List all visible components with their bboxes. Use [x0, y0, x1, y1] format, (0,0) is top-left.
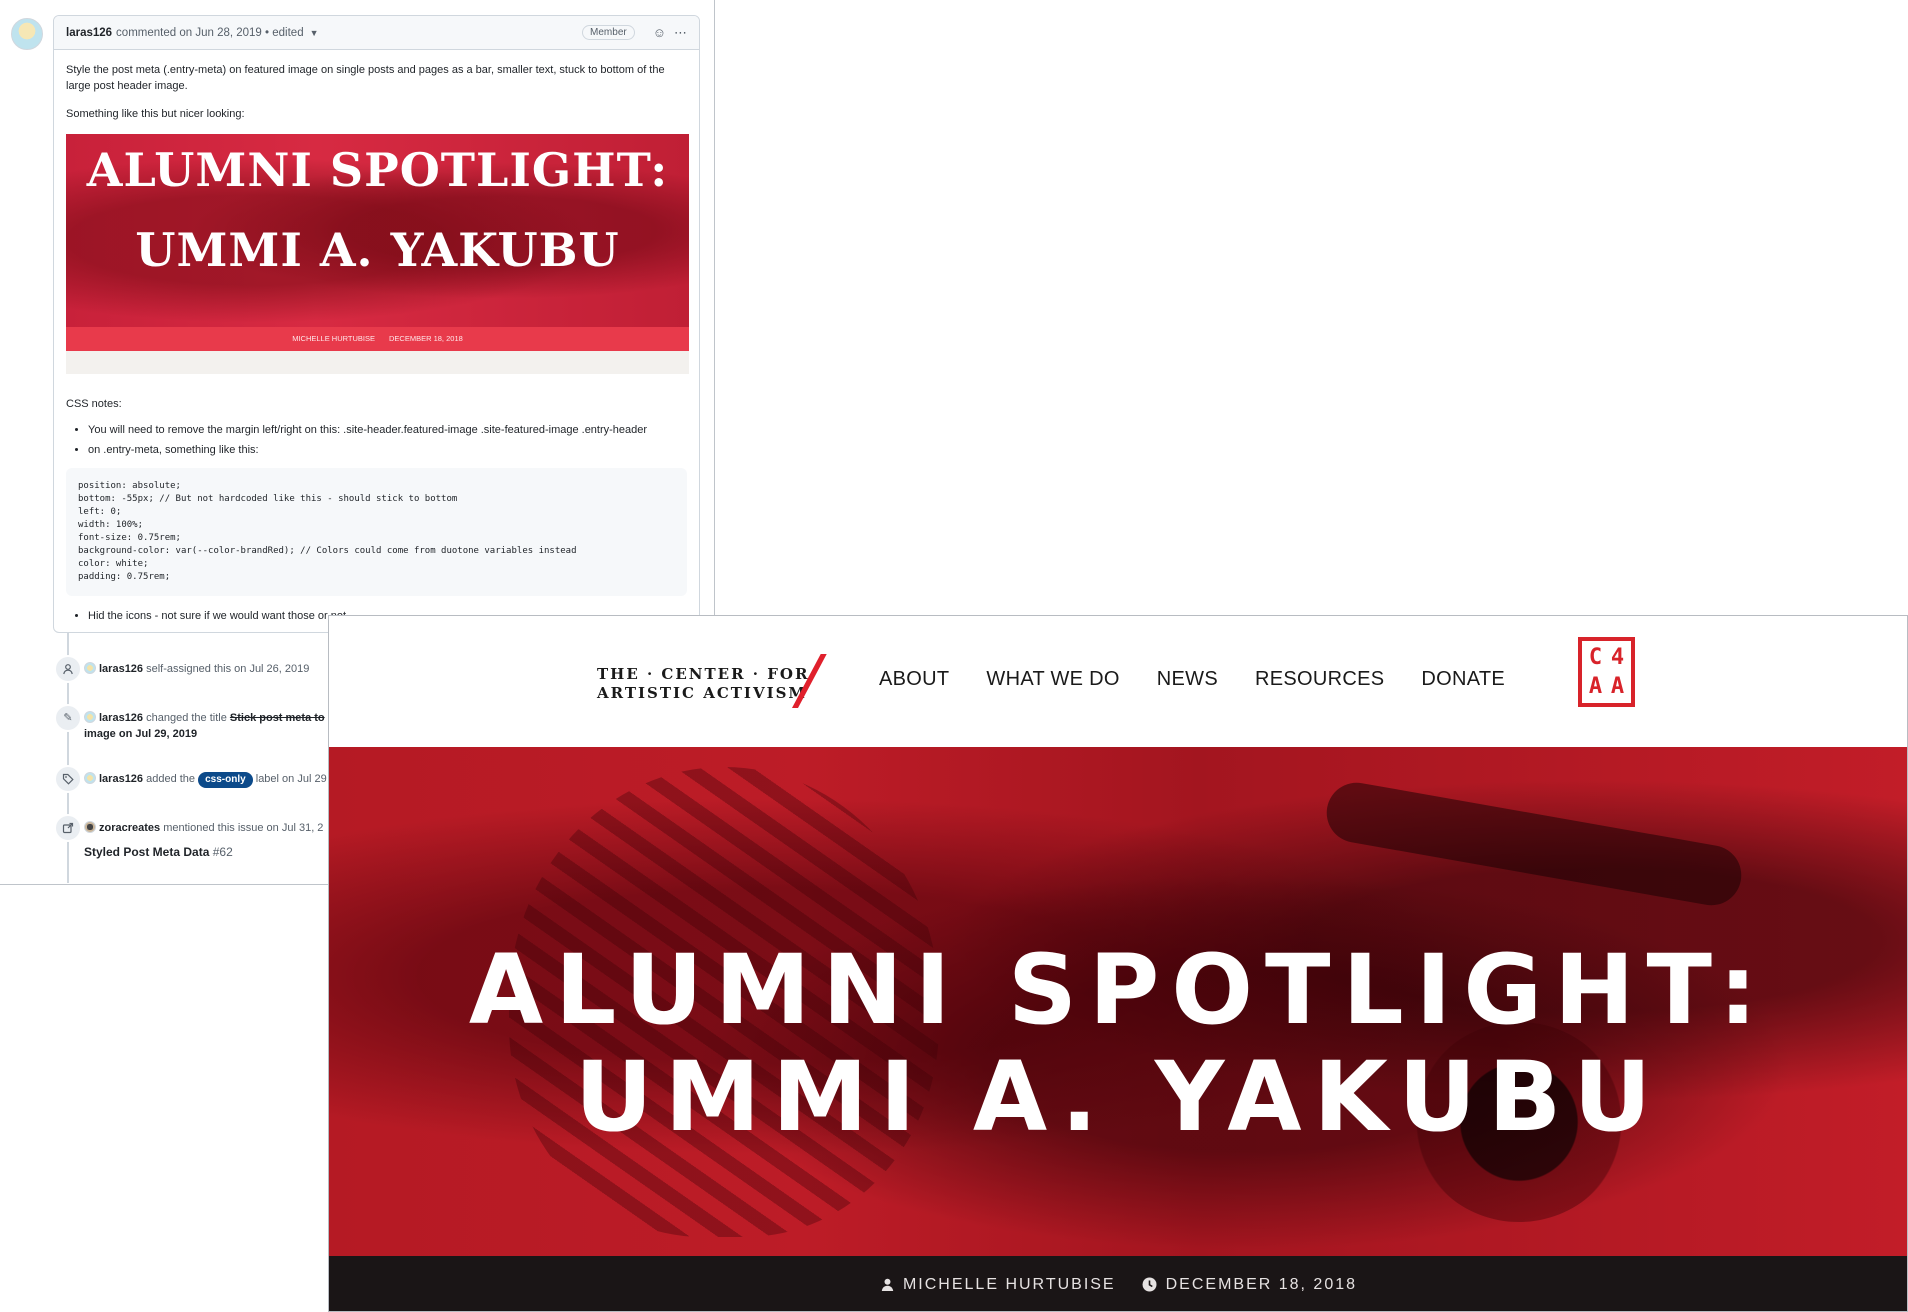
- website-panel: THE · CENTER · FOR ARTISTIC ACTIVISM ABO…: [328, 615, 1908, 1312]
- nav-news[interactable]: NEWS: [1157, 668, 1218, 691]
- comment-author-link[interactable]: laras126: [66, 27, 112, 39]
- meta-author-link[interactable]: MICHELLE HURTUBISE: [903, 1276, 1116, 1294]
- badge-letter: A: [1610, 674, 1625, 699]
- smiley-icon[interactable]: ☺: [653, 25, 666, 40]
- issue-comment: laras126 commented on Jun 28, 2019 • edi…: [53, 15, 700, 633]
- cross-reference-icon: [54, 814, 82, 842]
- event-text: label on Jul 29: [255, 773, 327, 785]
- avatar[interactable]: [84, 821, 96, 833]
- css-notes: CSS notes: You will need to remove the m…: [54, 396, 699, 624]
- nav-what-we-do[interactable]: WHAT WE DO: [986, 668, 1119, 691]
- mockup-meta-date: DECEMBER 18, 2018: [389, 334, 463, 343]
- event-text: mentioned this issue on Jul 31, 2: [163, 822, 324, 834]
- user-icon: [881, 1278, 894, 1291]
- avatar[interactable]: [84, 662, 96, 674]
- logo-line: ARTISTIC ACTIVISM: [597, 684, 808, 702]
- person-icon: [54, 655, 82, 683]
- clock-icon: [1142, 1277, 1157, 1292]
- site-header: THE · CENTER · FOR ARTISTIC ACTIVISM ABO…: [329, 616, 1907, 747]
- badge-letter: A: [1588, 674, 1603, 699]
- new-title-fragment: image on Jul 29, 2019: [84, 728, 198, 740]
- mockup-image[interactable]: ALUMNI SPOTLIGHT: UMMI A. YAKUBU MICHELL…: [66, 134, 689, 374]
- meta-date: DECEMBER 18, 2018: [1142, 1276, 1357, 1294]
- featured-image-hero: ALUMNI SPOTLIGHT: UMMI A. YAKUBU: [329, 747, 1907, 1256]
- list-item: You will need to remove the margin left/…: [88, 422, 687, 438]
- list-item: on .entry-meta, something like this:: [88, 442, 687, 458]
- nav-donate[interactable]: DONATE: [1421, 668, 1505, 691]
- meta-author: MICHELLE HURTUBISE: [881, 1276, 1116, 1294]
- pencil-icon: ✎: [54, 704, 82, 732]
- event-text: added the: [146, 773, 196, 785]
- css-notes-label: CSS notes:: [66, 398, 122, 410]
- member-badge: Member: [582, 25, 635, 40]
- avatar[interactable]: [84, 711, 96, 723]
- badge-letter: C: [1588, 645, 1603, 670]
- edited-indicator[interactable]: • edited: [265, 27, 304, 39]
- event-user-link[interactable]: laras126: [99, 663, 143, 675]
- author-avatar[interactable]: [11, 18, 43, 50]
- entry-meta-bar: MICHELLE HURTUBISE DECEMBER 18, 2018: [329, 1256, 1907, 1311]
- nav-about[interactable]: ABOUT: [879, 668, 949, 691]
- comment-action: commented on: [116, 26, 193, 39]
- logo-line: THE · CENTER · FOR: [597, 665, 810, 683]
- hero-photo-shape: [1321, 777, 1747, 911]
- ref-number: #62: [212, 845, 233, 859]
- notes-list: You will need to remove the margin left/…: [88, 422, 687, 458]
- hero-title-line2: UMMI A. YAKUBU: [574, 1041, 1664, 1153]
- comment-paragraph: Style the post meta (.entry-meta) on fea…: [66, 64, 665, 92]
- mockup-meta-bar: MICHELLE HURTUBISE DECEMBER 18, 2018: [66, 327, 689, 351]
- comment-header: laras126 commented on Jun 28, 2019 • edi…: [54, 16, 699, 50]
- code-block: position: absolute; bottom: -55px; // Bu…: [66, 468, 687, 596]
- hero-title-line1: ALUMNI SPOTLIGHT:: [468, 934, 1770, 1046]
- ref-title: Styled Post Meta Data: [84, 845, 210, 859]
- mockup-meta-author: MICHELLE HURTUBISE: [292, 334, 375, 343]
- referenced-pr-link[interactable]: Styled Post Meta Data #62: [84, 845, 233, 859]
- css-only-label[interactable]: css-only: [198, 772, 253, 788]
- c4aa-badge-logo[interactable]: C 4 A A: [1578, 637, 1635, 707]
- comment-paragraph: Something like this but nicer looking:: [66, 108, 245, 120]
- mockup-title-line2: UMMI A. YAKUBU: [135, 223, 620, 277]
- comment-body: Style the post meta (.entry-meta) on fea…: [54, 50, 699, 374]
- mockup-title-line1: ALUMNI SPOTLIGHT:: [86, 143, 669, 197]
- kebab-menu-icon[interactable]: ⋯: [674, 25, 687, 41]
- old-title: Stick post meta to: [229, 712, 325, 724]
- avatar[interactable]: [84, 772, 96, 784]
- event-text: self-assigned this on Jul 26, 2019: [146, 663, 310, 675]
- event-user-link[interactable]: zoracreates: [99, 822, 160, 834]
- chevron-down-icon[interactable]: ▼: [310, 28, 319, 38]
- tag-icon: [54, 765, 82, 793]
- meta-date-link[interactable]: DECEMBER 18, 2018: [1166, 1276, 1357, 1294]
- nav-resources[interactable]: RESOURCES: [1255, 668, 1384, 691]
- event-user-link[interactable]: laras126: [99, 712, 143, 724]
- event-text: changed the title: [146, 712, 227, 724]
- site-logo[interactable]: THE · CENTER · FOR ARTISTIC ACTIVISM: [597, 665, 809, 703]
- badge-letter: 4: [1610, 645, 1625, 670]
- comment-date-link[interactable]: Jun 28, 2019: [195, 27, 262, 39]
- main-nav: ABOUT WHAT WE DO NEWS RESOURCES DONATE: [879, 668, 1505, 691]
- event-user-link[interactable]: laras126: [99, 773, 143, 785]
